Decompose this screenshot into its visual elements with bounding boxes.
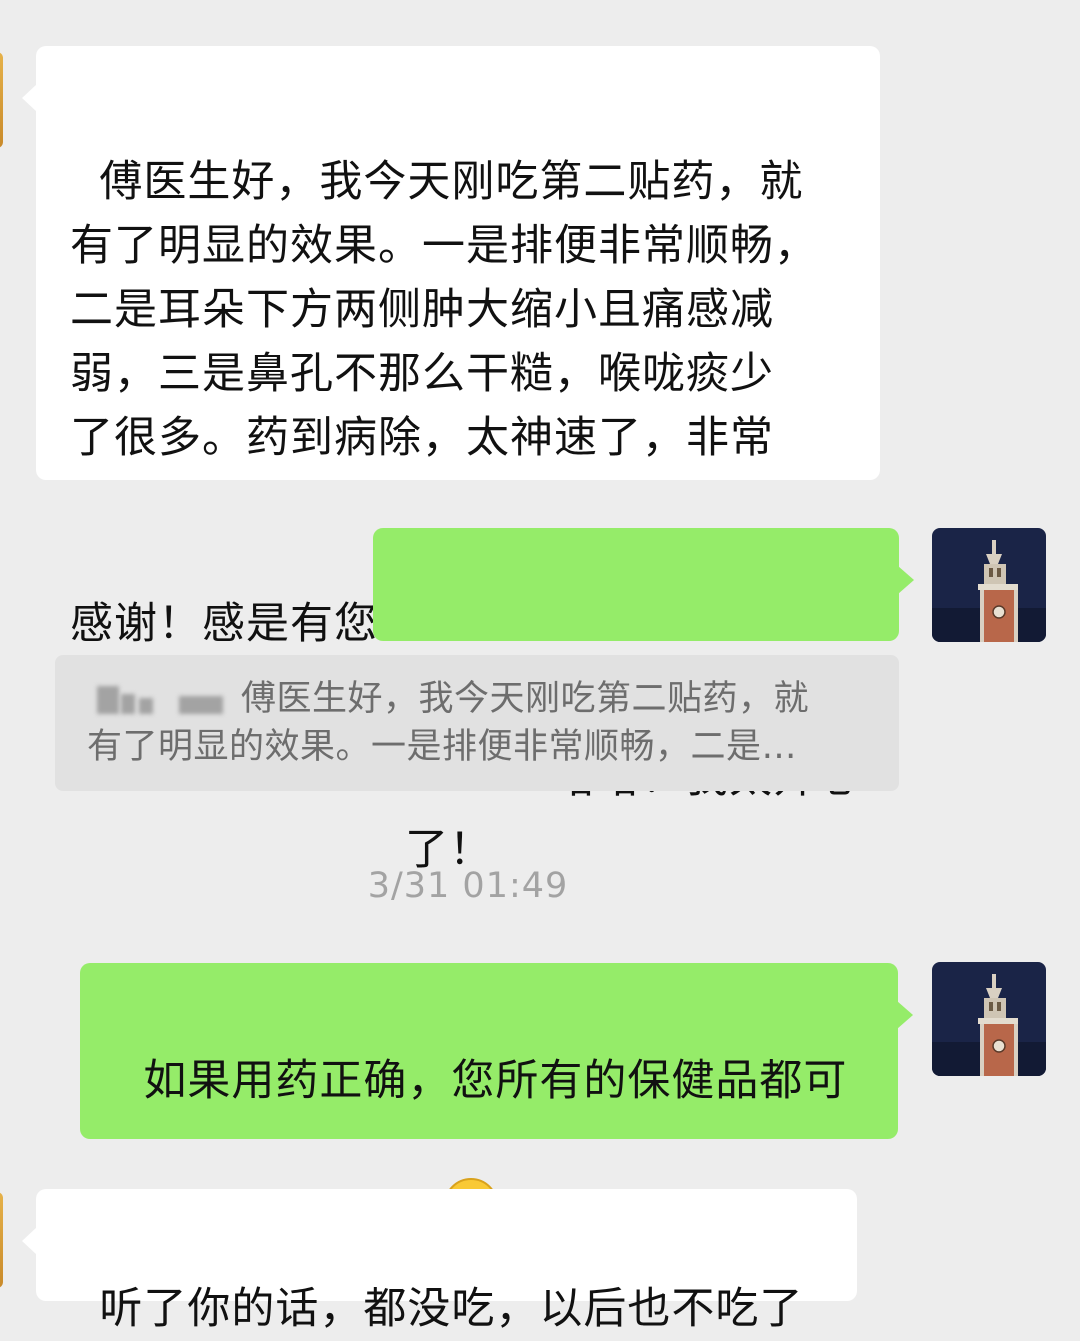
quoted-sender-name-blurred (87, 680, 225, 716)
message-bubble-incoming[interactable]: 听了你的话，都没吃，以后也不吃了 (22, 1189, 857, 1334)
my-avatar[interactable] (932, 962, 1046, 1076)
quoted-message[interactable]: 傅医生好，我今天刚吃第二贴药，就 有了明显的效果。一是排便非常顺畅，二是… (55, 655, 899, 791)
my-avatar[interactable] (932, 528, 1046, 642)
message-text: 听了你的话，都没吃，以后也不吃了 (99, 1284, 804, 1334)
message-bubble-incoming[interactable]: 傅医生好，我今天刚吃第二贴药，就 有了明显的效果。一是排便非常顺畅， 二是耳朵下… (22, 46, 880, 649)
contact-avatar-partial[interactable] (0, 52, 3, 148)
contact-avatar-partial[interactable] (0, 1192, 3, 1288)
message-bubble-outgoing[interactable]: 哈哈！我太开心了！ (373, 528, 914, 875)
message-bubble-outgoing[interactable]: 如果用药正确，您所有的保健品都可 以扔了或卖了 (80, 963, 913, 1300)
timestamp: 3/31 01:49 (367, 866, 569, 906)
